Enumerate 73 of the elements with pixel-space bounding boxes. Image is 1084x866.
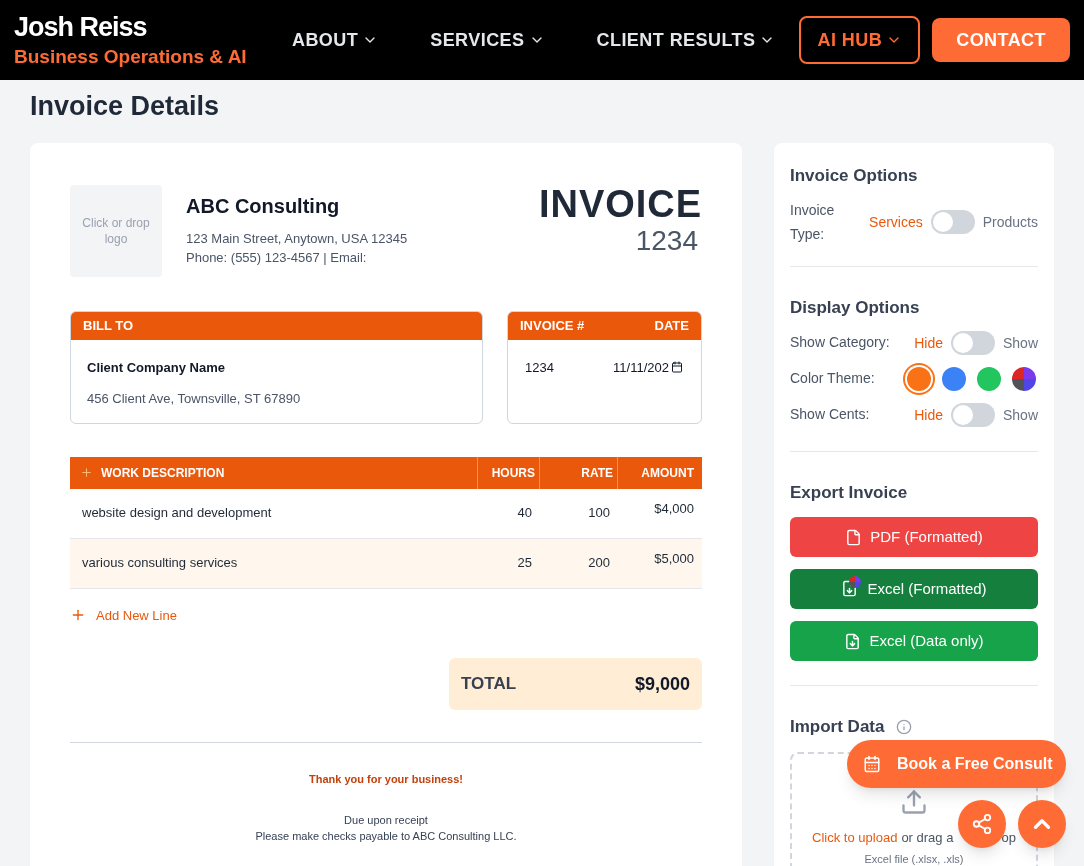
upload-icon [900, 787, 928, 816]
section-title: Invoice Options [790, 164, 919, 187]
upload-hint: or drag a [901, 828, 954, 847]
plus-icon[interactable] [80, 466, 93, 479]
brand-tagline: Business Operations & AI [14, 45, 247, 69]
total-amount: $9,000 [634, 672, 690, 696]
info-icon[interactable] [896, 718, 913, 735]
option-text: Hide [914, 405, 943, 425]
column-header: WORK DESCRIPTION [101, 464, 225, 481]
document-download-icon [844, 632, 862, 650]
payment-terms: Due upon receipt [344, 812, 428, 828]
invoice-number-field[interactable]: 1234 [525, 357, 554, 377]
option-text: Products [982, 213, 1038, 232]
invoice-number: 1234 [635, 226, 698, 255]
option-text: Show [1002, 333, 1038, 353]
option-text: Show [1002, 405, 1038, 425]
color-swatch[interactable] [907, 366, 931, 391]
color-swatch[interactable] [977, 366, 1001, 391]
upload-link[interactable]: Click to upload [812, 827, 898, 847]
invoice-heading: INVOICE [539, 184, 702, 223]
company-name: ABC Consulting [186, 193, 341, 219]
client-name: Client Company Name [87, 358, 226, 377]
column-label: INVOICE # [520, 316, 585, 335]
calendar-icon [671, 361, 683, 374]
file-format-note: Excel file (.xlsx, .xls) [864, 852, 964, 866]
column-header: HOURS [491, 464, 535, 481]
option-label: Show Category: [790, 333, 890, 352]
section-title: Export Invoice [790, 481, 909, 504]
share-icon [971, 813, 993, 835]
rate-cell[interactable]: 100 [588, 503, 610, 523]
column-header: RATE [581, 464, 613, 481]
nav-link[interactable]: AI HUB [799, 16, 921, 64]
hours-cell[interactable]: 25 [517, 553, 532, 573]
amount-cell-text: $4,000 [654, 499, 694, 518]
description-cell[interactable]: website design and development [82, 503, 272, 523]
toggle-switch[interactable] [950, 330, 995, 355]
payment-instructions: Please make checks payable to ABC Consulting LLC. [255, 829, 517, 844]
description-cell[interactable]: various consulting services [82, 553, 238, 573]
date-field[interactable]: 11/11/202 [613, 357, 683, 377]
nav-link[interactable]: CLIENT RESULTS [584, 26, 788, 54]
amount-cell-text: $5,000 [654, 549, 694, 568]
add-line-button[interactable]: Add New Line [70, 605, 177, 625]
panel-header: BILL TO [71, 311, 482, 340]
brand-name[interactable]: Josh Reiss [14, 11, 247, 45]
rate-cell[interactable]: 200 [588, 553, 610, 573]
document-icon [845, 528, 863, 546]
client-address: 456 Client Ave, Townsville, ST 67890 [87, 390, 302, 408]
export-button[interactable]: Excel (Formatted) [790, 569, 1038, 609]
section-title: Display Options [790, 297, 921, 319]
color-swatch[interactable] [942, 366, 966, 391]
company-contact: Phone: (555) 123-4567 | Email: [186, 249, 368, 267]
toggle-switch[interactable] [950, 402, 995, 427]
calendar-icon [863, 755, 881, 773]
option-text: Services [869, 213, 923, 232]
toggle-switch[interactable] [930, 210, 975, 234]
option-text: Hide [914, 333, 943, 353]
export-button[interactable]: PDF (Formatted) [790, 517, 1038, 557]
thank-you-note: Thank you for your business! [309, 772, 463, 787]
company-address: 123 Main Street, Anytown, USA 12345 [186, 229, 408, 248]
page-title: Invoice Details [30, 90, 221, 123]
option-label: Color Theme: [790, 369, 875, 388]
column-label: DATE [654, 316, 689, 335]
upload-hint: op [1001, 828, 1016, 847]
total-label: TOTAL [461, 673, 517, 696]
scroll-top-button[interactable] [1018, 800, 1066, 848]
section-title: Import Data [790, 716, 885, 738]
column-header: AMOUNT [641, 464, 694, 481]
option-label: Invoice Type: [790, 201, 836, 244]
color-swatch[interactable] [1012, 366, 1036, 391]
option-label: Show Cents: [790, 405, 870, 424]
nav-link[interactable]: SERVICES [418, 26, 557, 54]
hours-cell[interactable]: 40 [517, 503, 532, 523]
nav-link[interactable]: ABOUT [279, 26, 391, 54]
